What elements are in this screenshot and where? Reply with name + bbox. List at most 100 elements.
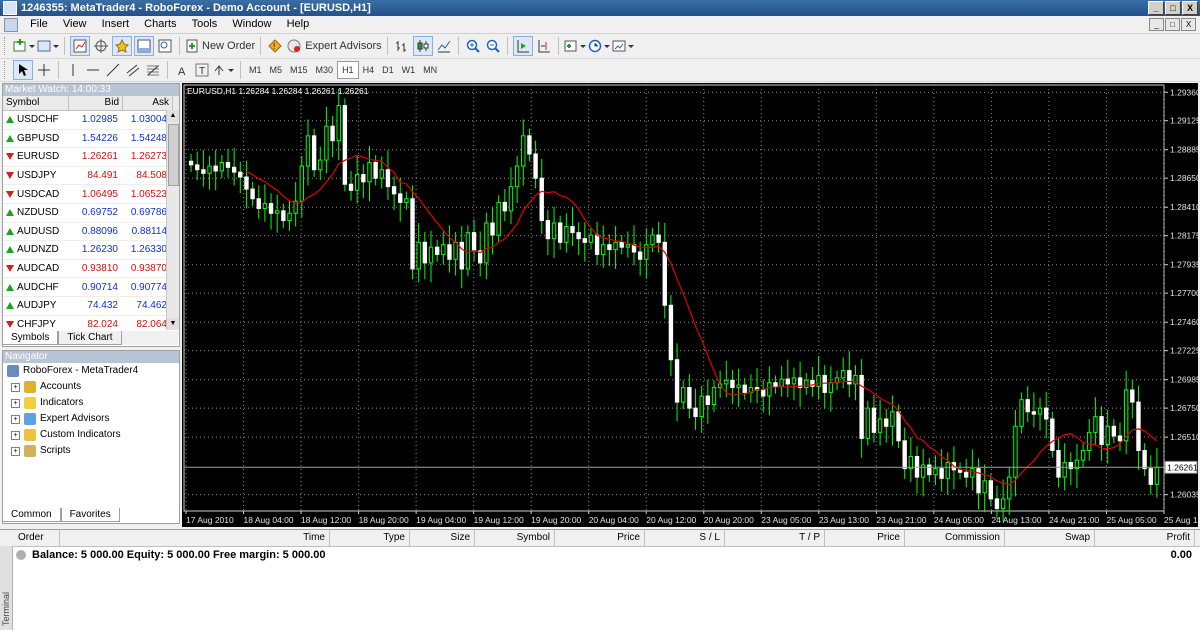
navigator-item-scripts[interactable]: + Scripts (3, 443, 179, 459)
new-chart-icon[interactable] (13, 37, 35, 55)
toolbar-grip[interactable] (4, 37, 8, 55)
horizontal-line-icon[interactable] (84, 61, 102, 79)
navigator-root[interactable]: RoboForex - MetaTrader4 (3, 363, 179, 379)
menu-window[interactable]: Window (226, 16, 277, 33)
tab-favorites[interactable]: Favorites (60, 508, 120, 522)
market-watch-row[interactable]: GBPUSD 1.54226 1.54248 (3, 130, 179, 149)
line-chart-icon[interactable] (435, 37, 453, 55)
header-bid[interactable]: Bid (69, 96, 123, 110)
new-order-button[interactable]: New Order (185, 37, 255, 55)
menu-insert[interactable]: Insert (96, 16, 136, 33)
fibonacci-icon[interactable] (144, 61, 162, 79)
menu-help[interactable]: Help (281, 16, 316, 33)
market-watch-row[interactable]: AUDCAD 0.93810 0.93870 (3, 260, 179, 279)
timeframe-h1[interactable]: H1 (337, 61, 359, 79)
terminal-col-symbol-4[interactable]: Symbol (475, 530, 555, 546)
market-watch-row[interactable]: AUDJPY 74.432 74.462 (3, 297, 179, 316)
navigator-item-indicators[interactable]: + Indicators (3, 395, 179, 411)
text-label-icon[interactable]: T (193, 61, 211, 79)
terminal-col-commission-9[interactable]: Commission (905, 530, 1005, 546)
maximize-button[interactable]: □ (1165, 1, 1181, 15)
scroll-thumb[interactable] (168, 124, 179, 186)
header-ask[interactable]: Ask (123, 96, 173, 110)
timeframe-mn[interactable]: MN (419, 62, 441, 78)
terminal-col-sl-6[interactable]: S / L (645, 530, 725, 546)
chart-shift-icon[interactable] (535, 37, 553, 55)
expand-icon[interactable]: + (11, 430, 20, 440)
arrows-icon[interactable] (213, 61, 235, 79)
indicators-list-icon[interactable] (564, 37, 586, 55)
expert-advisors-button[interactable]: Expert Advisors (286, 37, 382, 55)
auto-scroll-icon[interactable] (512, 36, 533, 56)
tab-tick-chart[interactable]: Tick Chart (58, 331, 122, 345)
mdi-minimize-button[interactable]: _ (1149, 18, 1164, 31)
minimize-button[interactable]: _ (1148, 1, 1164, 15)
timeframe-m15[interactable]: M15 (286, 62, 312, 78)
market-watch-row[interactable]: EURUSD 1.26261 1.26273 (3, 148, 179, 167)
crosshair-icon[interactable] (35, 61, 53, 79)
cursor-icon[interactable] (13, 60, 33, 80)
navigator-icon[interactable] (112, 36, 132, 56)
terminal-side-tab[interactable]: Terminal (0, 546, 13, 630)
market-watch-row[interactable]: USDCHF 1.02985 1.03004 (3, 111, 179, 130)
strategy-tester-icon[interactable] (156, 37, 174, 55)
zoom-out-icon[interactable] (484, 37, 502, 55)
mdi-close-button[interactable]: X (1181, 18, 1196, 31)
terminal-col-type-2[interactable]: Type (330, 530, 410, 546)
navigator-item-accounts[interactable]: + Accounts (3, 379, 179, 395)
terminal-col-tp-7[interactable]: T / P (725, 530, 825, 546)
market-watch-row[interactable]: NZDUSD 0.69752 0.69786 (3, 204, 179, 223)
toolbar-grip[interactable] (4, 61, 8, 79)
tab-symbols[interactable]: Symbols (2, 331, 59, 345)
periods-icon[interactable] (588, 37, 610, 55)
terminal-col-size-3[interactable]: Size (410, 530, 475, 546)
market-watch-row[interactable]: AUDUSD 0.88096 0.88114 (3, 223, 179, 242)
document-icon[interactable] (4, 18, 18, 32)
candlestick-icon[interactable] (412, 36, 433, 56)
text-icon[interactable]: A (173, 61, 191, 79)
menu-charts[interactable]: Charts (138, 16, 182, 33)
chart-canvas[interactable]: 1.29360 1.29125 1.28885 1.28650 1.28410 1.281… (182, 83, 1198, 527)
market-watch-row[interactable]: USDCAD 1.06495 1.06523 (3, 185, 179, 204)
market-watch-row[interactable]: USDJPY 84.491 84.508 (3, 167, 179, 186)
header-symbol[interactable]: Symbol (3, 96, 69, 110)
terminal-col-price-8[interactable]: Price (825, 530, 905, 546)
tab-common[interactable]: Common (2, 508, 61, 522)
navigator-item-expert-advisors[interactable]: + Expert Advisors (3, 411, 179, 427)
market-watch-scrollbar[interactable]: ▲ ▼ (166, 110, 179, 330)
timeframe-m5[interactable]: M5 (266, 62, 287, 78)
data-window-icon[interactable] (92, 37, 110, 55)
navigator-item-custom-indicators[interactable]: + Custom Indicators (3, 427, 179, 443)
expand-icon[interactable]: + (11, 414, 20, 424)
timeframe-h4[interactable]: H4 (359, 62, 379, 78)
terminal-col-time-1[interactable]: Time (60, 530, 330, 546)
terminal-icon[interactable] (134, 36, 154, 56)
bar-chart-icon[interactable] (393, 37, 411, 55)
timeframe-w1[interactable]: W1 (398, 62, 420, 78)
metaeditor-icon[interactable]: ! (266, 37, 284, 55)
close-button[interactable]: X (1182, 1, 1198, 15)
menu-view[interactable]: View (57, 16, 93, 33)
timeframe-m1[interactable]: M1 (245, 62, 266, 78)
profiles-icon[interactable] (37, 37, 59, 55)
timeframe-m30[interactable]: M30 (312, 62, 338, 78)
templates-icon[interactable] (612, 37, 634, 55)
terminal-col-price-5[interactable]: Price (555, 530, 645, 546)
scroll-up-icon[interactable]: ▲ (167, 110, 179, 122)
market-watch-row[interactable]: AUDNZD 1.26230 1.26330 (3, 241, 179, 260)
timeframe-d1[interactable]: D1 (378, 62, 398, 78)
terminal-col-profit-11[interactable]: Profit (1095, 530, 1195, 546)
expand-icon[interactable]: + (11, 446, 20, 456)
expand-icon[interactable]: + (11, 382, 20, 392)
zoom-in-icon[interactable] (464, 37, 482, 55)
vertical-line-icon[interactable] (64, 61, 82, 79)
price-chart[interactable]: 1.29360 1.29125 1.28885 1.28650 1.28410 1.281… (182, 83, 1198, 527)
market-watch-icon[interactable] (70, 36, 90, 56)
balance-row[interactable]: Balance: 5 000.00 Equity: 5 000.00 Free … (0, 547, 1200, 563)
expand-icon[interactable]: + (11, 398, 20, 408)
menu-file[interactable]: File (24, 16, 54, 33)
mdi-restore-button[interactable]: □ (1165, 18, 1180, 31)
terminal-col-order-0[interactable]: Order (0, 530, 60, 546)
terminal-col-swap-10[interactable]: Swap (1005, 530, 1095, 546)
menu-tools[interactable]: Tools (186, 16, 224, 33)
